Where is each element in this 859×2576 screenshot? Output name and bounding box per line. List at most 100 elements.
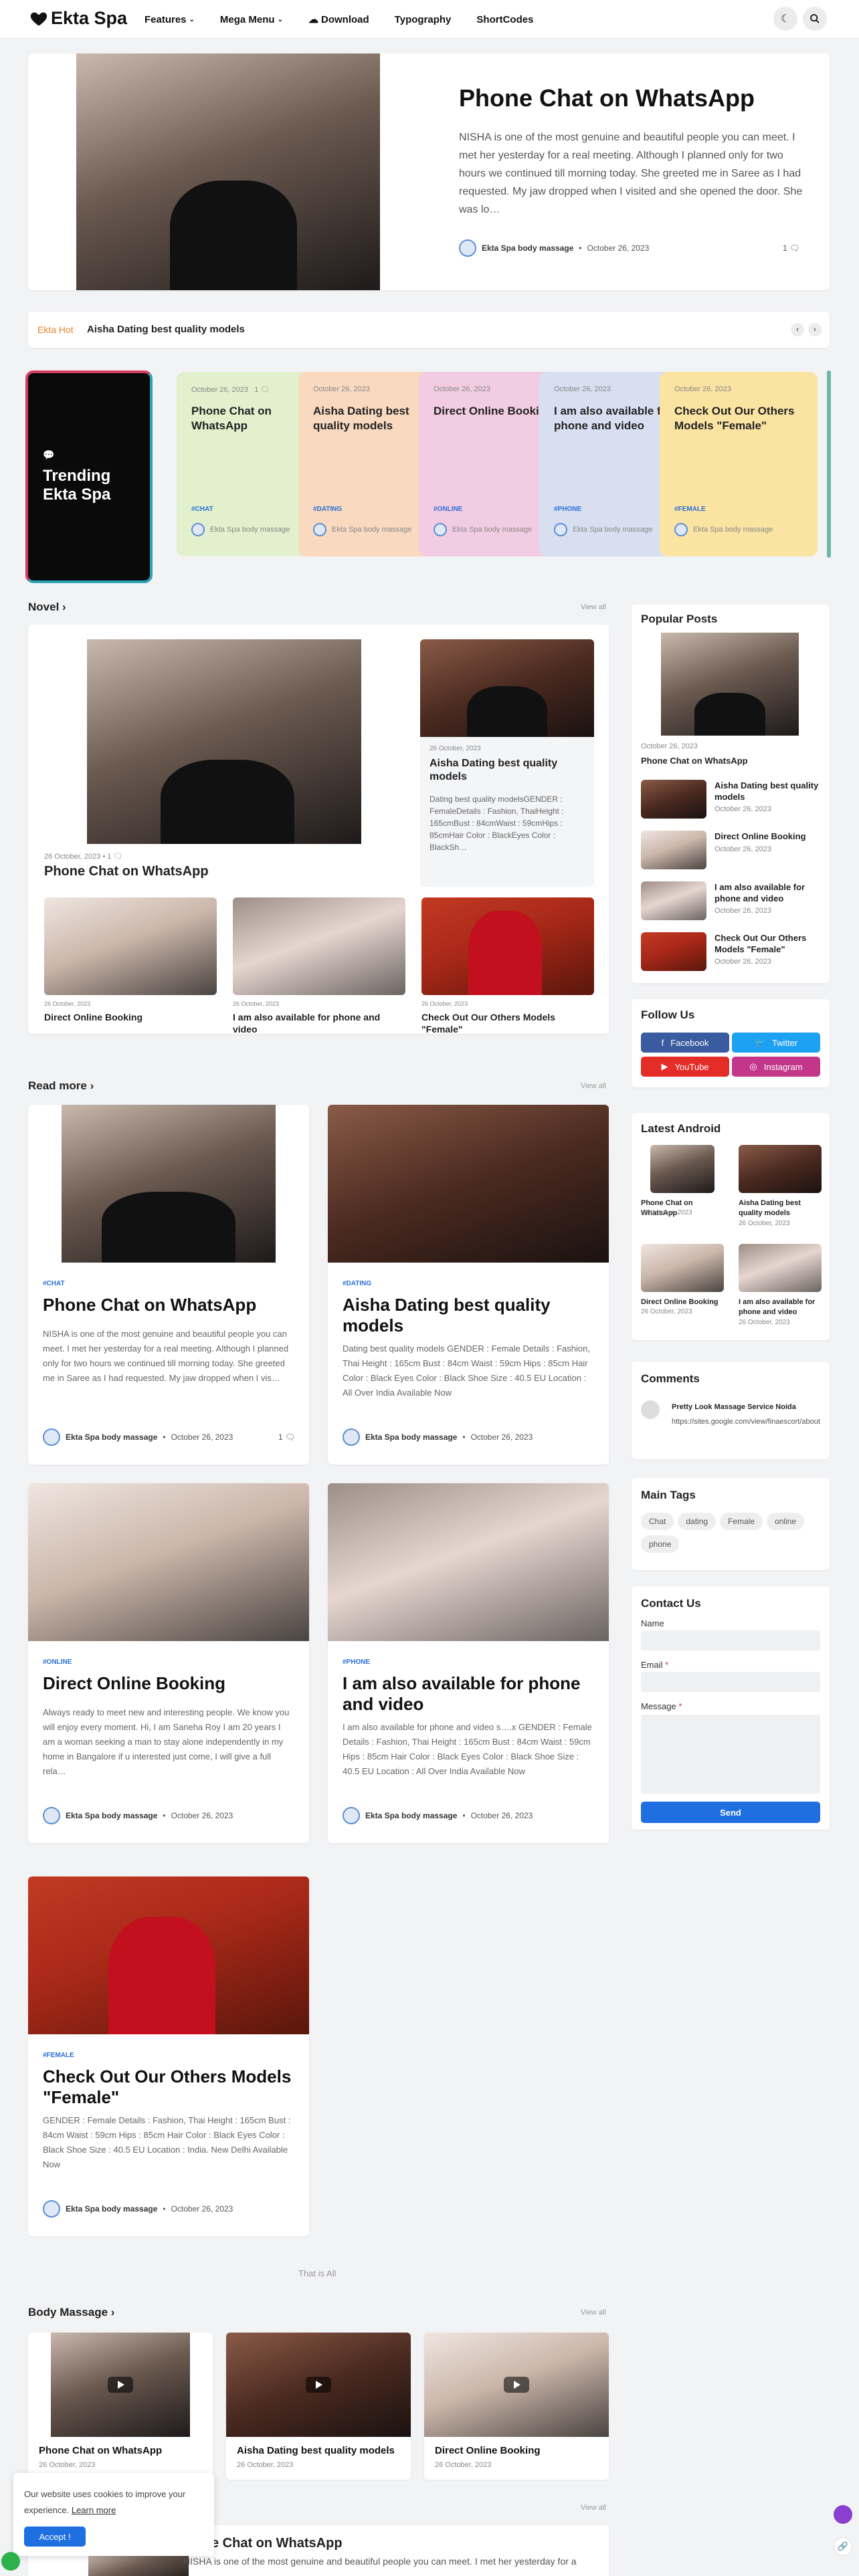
body-massage-item[interactable]: Direct Online Booking 26 October, 2023 — [424, 2333, 609, 2480]
contact-name-label: Name — [641, 1618, 664, 1628]
facebook-button[interactable]: f Facebook — [641, 1033, 729, 1053]
readmore-post-image[interactable] — [328, 1483, 609, 1641]
search-button[interactable] — [803, 7, 827, 31]
author-name[interactable]: Ekta Spa body massage — [365, 1432, 457, 1442]
readmore-post-tag[interactable]: #CHAT — [43, 1280, 65, 1287]
popular-item[interactable]: Check Out Our Others Models "Female" Oct… — [641, 932, 822, 974]
link-icon[interactable]: 🔗 — [834, 2537, 852, 2556]
body-massage-view-all[interactable]: View all — [581, 2309, 606, 2317]
commenter-name[interactable]: Pretty Look Massage Service Noida — [672, 1403, 796, 1411]
contact-message-input[interactable] — [641, 1715, 820, 1794]
trending-card[interactable]: October 26, 2023 Check Out Our Others Mo… — [660, 372, 818, 556]
novel-main-image[interactable] — [87, 639, 361, 844]
trending-card-tag[interactable]: #CHAT — [191, 506, 213, 513]
readmore-post-author: Ekta Spa body massage • October 26, 2023 — [43, 1807, 233, 1824]
tag-chip[interactable]: Chat — [641, 1513, 674, 1530]
popular-top-title[interactable]: Phone Chat on WhatsApp — [641, 756, 748, 766]
ticker-next-button[interactable]: › — [808, 323, 822, 336]
nav-shortcodes-label: ShortCodes — [476, 13, 534, 25]
android-item[interactable]: Aisha Dating best quality models 26 Octo… — [739, 1145, 822, 1239]
body-massage-item[interactable]: Aisha Dating best quality models 26 Octo… — [226, 2333, 411, 2480]
contact-name-input[interactable] — [641, 1630, 820, 1650]
whatsapp-icon[interactable] — [1, 2552, 20, 2571]
novel-grid-item[interactable]: 26 October, 2023 Direct Online Booking — [44, 897, 217, 1025]
body-massage-item[interactable]: Phone Chat on WhatsApp 26 October, 2023 — [28, 2333, 213, 2480]
android-item[interactable]: Phone Chat on WhatsApp 26 October, 2023 — [641, 1145, 724, 1239]
ticker-text[interactable]: Aisha Dating best quality models — [87, 324, 245, 335]
readmore-post-tag[interactable]: #FEMALE — [43, 2052, 74, 2059]
novel-grid-item[interactable]: 26 October, 2023 I am also available for… — [233, 897, 405, 1035]
latest-android-widget: Latest Android Phone Chat on WhatsApp 26… — [632, 1113, 830, 1340]
author-name[interactable]: Ekta Spa body massage — [365, 1811, 457, 1820]
novel-main-title[interactable]: Phone Chat on WhatsApp — [44, 864, 209, 879]
trending-card-tag[interactable]: #PHONE — [554, 506, 581, 513]
nav-download[interactable]: ☁ Download — [308, 13, 369, 26]
instagram-button[interactable]: ◎ Instagram — [732, 1057, 820, 1077]
author-avatar — [343, 1428, 360, 1446]
messenger-icon[interactable] — [834, 2505, 852, 2524]
novel-grid-item[interactable]: 26 October, 2023 Check Out Our Others Mo… — [421, 897, 594, 1035]
nav-features[interactable]: Features ⌄ — [145, 13, 195, 25]
android-date: 26 October, 2023 — [739, 1319, 790, 1326]
bottom-view-all[interactable]: View all — [581, 2504, 606, 2512]
readmore-post-tag[interactable]: #DATING — [343, 1280, 371, 1287]
readmore-post-title[interactable]: Phone Chat on WhatsApp — [43, 1295, 297, 1315]
contact-send-button[interactable]: Send — [641, 1802, 820, 1823]
readmore-post-title[interactable]: Aisha Dating best quality models — [343, 1295, 597, 1336]
popular-top-image[interactable] — [661, 633, 799, 736]
hero-card[interactable]: Phone Chat on WhatsApp NISHA is one of t… — [28, 53, 830, 290]
readmore-post-title[interactable]: I am also available for phone and video — [343, 1673, 597, 1715]
dark-mode-toggle[interactable]: ☾ — [773, 7, 797, 31]
author-name[interactable]: Ekta Spa body massage — [66, 2204, 157, 2214]
novel-side-card[interactable]: 26 October, 2023 Aisha Dating best quali… — [420, 639, 594, 887]
readmore-post-tag[interactable]: #ONLINE — [43, 1658, 72, 1666]
trending-card-tag[interactable]: #ONLINE — [434, 506, 462, 513]
cookie-learn-more[interactable]: Learn more — [72, 2505, 116, 2515]
android-item[interactable]: I am also available for phone and video … — [739, 1244, 822, 1337]
popular-item[interactable]: I am also available for phone and video … — [641, 881, 822, 923]
trending-block: 💬 Trending Ekta Spa — [25, 370, 153, 583]
author-name[interactable]: Ekta Spa body massage — [66, 1811, 157, 1820]
readmore-post-image[interactable] — [62, 1105, 276, 1263]
readmore-post-comments[interactable]: 1 🗨 — [278, 1432, 295, 1442]
readmore-post: #FEMALE Check Out Our Others Models "Fem… — [28, 1876, 309, 2236]
trending-card-tag[interactable]: #DATING — [313, 506, 342, 513]
ticker-prev-button[interactable]: ‹ — [791, 323, 804, 336]
novel-grid-image — [421, 897, 594, 995]
tag-chip[interactable]: online — [767, 1513, 805, 1530]
hero-title[interactable]: Phone Chat on WhatsApp — [459, 84, 755, 112]
readmore-post-title[interactable]: Direct Online Booking — [43, 1673, 297, 1694]
popular-item-date: October 26, 2023 — [714, 805, 772, 813]
hero-comments[interactable]: 1 🗨 — [783, 243, 799, 253]
trending-card-tag[interactable]: #FEMALE — [674, 506, 706, 513]
android-item[interactable]: Direct Online Booking 26 October, 2023 — [641, 1244, 724, 1337]
nav-download-label: Download — [321, 13, 369, 25]
play-icon — [504, 2377, 529, 2393]
popular-item[interactable]: Direct Online Booking October 26, 2023 — [641, 831, 822, 872]
tag-chip[interactable]: Female — [720, 1513, 763, 1530]
contact-email-input[interactable] — [641, 1672, 820, 1692]
novel-view-all[interactable]: View all — [581, 603, 606, 611]
tag-chip[interactable]: phone — [641, 1535, 680, 1553]
novel-side-title: Aisha Dating best quality models — [430, 758, 558, 782]
nav-shortcodes[interactable]: ShortCodes — [476, 13, 533, 25]
popular-item[interactable]: Aisha Dating best quality models October… — [641, 780, 822, 821]
tag-chip[interactable]: dating — [678, 1513, 717, 1530]
readmore-post-title[interactable]: Check Out Our Others Models "Female" — [43, 2066, 297, 2108]
author-name[interactable]: Ekta Spa body massage — [66, 1432, 157, 1442]
site-logo[interactable]: Ekta Spa — [29, 8, 127, 29]
readmore-post-image[interactable] — [28, 1876, 309, 2034]
novel-heading[interactable]: Novel › — [28, 601, 66, 614]
nav-mega-menu[interactable]: Mega Menu ⌄ — [220, 13, 283, 25]
nav-typography[interactable]: Typography — [395, 13, 452, 25]
readmore-view-all[interactable]: View all — [581, 1082, 606, 1090]
body-massage-heading[interactable]: Body Massage › — [28, 2306, 114, 2319]
readmore-post-image[interactable] — [28, 1483, 309, 1641]
youtube-button[interactable]: ▶ YouTube — [641, 1057, 729, 1077]
author-name[interactable]: Ekta Spa body massage — [482, 243, 573, 253]
cookie-accept-button[interactable]: Accept ! — [24, 2527, 86, 2547]
twitter-button[interactable]: 🐦 Twitter — [732, 1033, 820, 1053]
readmore-post-tag[interactable]: #PHONE — [343, 1658, 370, 1666]
readmore-heading[interactable]: Read more › — [28, 1079, 94, 1093]
readmore-post-image[interactable] — [328, 1105, 609, 1263]
